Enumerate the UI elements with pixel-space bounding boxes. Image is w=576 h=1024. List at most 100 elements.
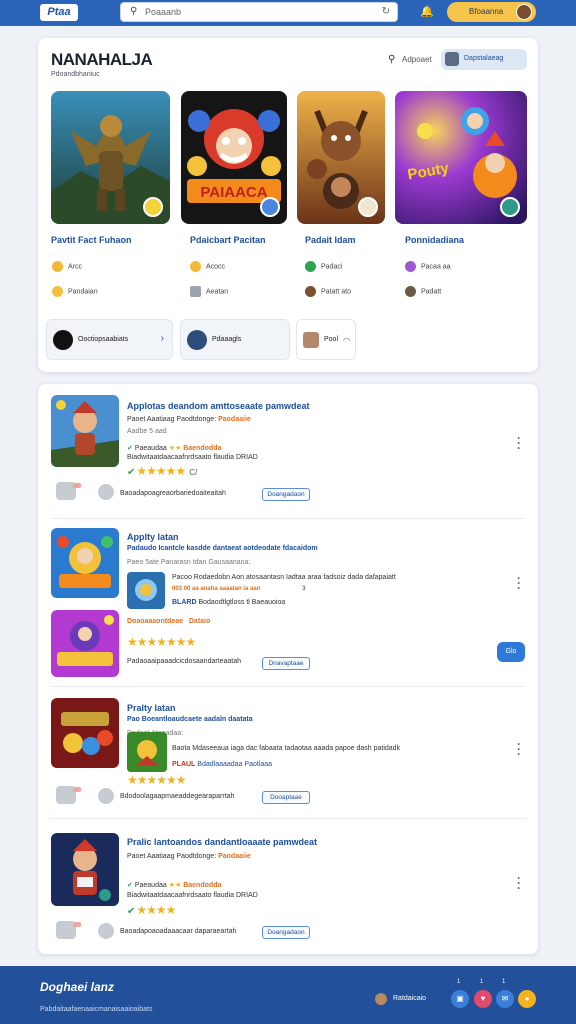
share-icon-accent <box>73 787 81 792</box>
share-icon[interactable] <box>56 786 81 804</box>
search-icon[interactable]: ⚲ <box>388 54 395 65</box>
search-placeholder: Poaaanb <box>145 7 182 17</box>
badge-count: 1 <box>502 979 506 985</box>
list-item-title[interactable]: Pralty latan <box>127 703 176 713</box>
game-meta-4a: Pacaa aa <box>405 261 451 272</box>
game-meta-text: Padatt <box>421 288 442 296</box>
notification-bell-icon[interactable]: 🔔 <box>420 5 434 19</box>
thumbnail-art <box>51 833 119 906</box>
more-options-icon[interactable]: · · · <box>517 572 521 594</box>
category-chip-3[interactable]: Pool ◠ <box>296 319 356 360</box>
rating-stars: ★★★★★★★ <box>127 635 196 649</box>
game-title-2[interactable]: Pdaicbart Pacitan <box>190 235 266 245</box>
game-title-3[interactable]: Padait Idam <box>305 235 356 245</box>
category-chip-2[interactable]: Pdaaagls <box>180 319 290 360</box>
footer-title: Doghaei lanz <box>40 980 115 994</box>
game-meta-1a: Arcc <box>52 261 82 272</box>
chevron-right-icon: › <box>160 333 164 344</box>
developer-pill-button[interactable]: Dapstalaeag <box>441 49 527 70</box>
list-item-thumbnail-4[interactable] <box>51 698 119 768</box>
app-logo[interactable]: Ptaa <box>40 4 78 21</box>
list-item-meta: Biadwitaatdaacaafnrdsaato flaudia DRIAD <box>127 454 258 461</box>
divider <box>51 686 525 687</box>
list-item-meta: ✔ Paeaudaa ★★ Baendodda <box>127 444 221 452</box>
game-title-4[interactable]: Ponnidadiana <box>405 235 464 245</box>
share-icon[interactable] <box>56 921 81 939</box>
genre-icon <box>52 261 63 272</box>
featured-games-card: NANAHALJA Pdoandbhaniuc ⚲ Adpoaet Dapsta… <box>38 38 538 372</box>
game-badge-icon <box>500 197 520 217</box>
category-icon <box>187 330 207 350</box>
list-item-thumbnail-2[interactable] <box>51 528 119 598</box>
list-item-thumbnail-5[interactable] <box>51 833 119 906</box>
inner-app-art <box>127 732 167 772</box>
game-tile-1[interactable] <box>51 91 170 224</box>
inner-app-icon[interactable] <box>127 572 165 609</box>
developer-icon <box>190 286 201 297</box>
game-tile-3[interactable] <box>297 91 385 224</box>
avatar[interactable] <box>375 993 387 1005</box>
game-tile-2[interactable]: PAIAACA <box>181 91 287 224</box>
game-meta-1b: Pandaian <box>52 286 98 297</box>
list-item-title[interactable]: Pralic lantoandos dandantloaaate pamwdea… <box>127 837 317 847</box>
game-meta-text: Acocc <box>206 263 226 271</box>
list-item-meta: ✔ Paeaudaa ★★ Baendodda <box>127 881 221 889</box>
meta-text: Paoet Aaatiaag Paodtdonge: <box>127 416 217 423</box>
chip-label: Pdaaagls <box>212 336 242 343</box>
game-meta-text: Padaci <box>321 263 343 271</box>
list-item-footer: Padaoaaipaaadcicdosaandarteaatah <box>127 658 242 665</box>
play-button[interactable]: Glo <box>497 642 525 662</box>
developer-icon <box>305 286 316 297</box>
loading-icon: ◠ <box>343 336 350 345</box>
inner-sub-text: 3 <box>302 586 306 592</box>
top-bar: Ptaa ⚲ Poaaanb ↻ 🔔 Bfoaanna <box>0 0 576 26</box>
user-menu-button[interactable]: Bfoaanna <box>447 2 536 22</box>
avatar <box>516 4 532 20</box>
list-item-title[interactable]: Applty latan <box>127 532 179 542</box>
profile-icon[interactable]: ● <box>518 990 536 1008</box>
comment-icon[interactable] <box>98 923 114 939</box>
thumb-up-icon: ✔ <box>127 906 135 917</box>
divider <box>51 518 525 519</box>
list-item-footer: Baoadapoaoadaaacaar daparaeartah <box>120 928 237 935</box>
comment-icon[interactable] <box>98 788 114 804</box>
badge-count: 1 <box>480 979 484 985</box>
refresh-icon[interactable]: ↻ <box>382 6 390 17</box>
inner-app-icon[interactable] <box>127 732 167 772</box>
category-icon <box>303 332 319 348</box>
inner-meta: BLARD Bodaodtlgtloss tl Baeauoioa <box>172 599 285 606</box>
search-bar[interactable]: ⚲ Poaaanb ↻ <box>120 2 398 22</box>
developer-label: Adpoaet <box>402 55 432 64</box>
heart-icon[interactable]: ♥ <box>474 990 492 1008</box>
game-meta-3a: Padaci <box>305 261 342 272</box>
check-icon: ✔ <box>127 445 133 452</box>
download-button[interactable]: Dnavaptaae <box>262 657 310 670</box>
more-options-icon[interactable]: · · · <box>517 738 521 760</box>
download-button[interactable]: Dooaptaae <box>262 791 310 804</box>
thumb-up-icon: ✔ <box>127 467 135 478</box>
list-item-thumbnail-1[interactable] <box>51 395 119 467</box>
category-chip-1[interactable]: Ooctiopsaabiats › <box>46 319 173 360</box>
thumbnail-art <box>51 395 119 467</box>
more-options-icon[interactable]: · · · <box>517 872 521 894</box>
comment-icon[interactable] <box>98 484 114 500</box>
mini-stars-icon: ★★ <box>168 882 182 889</box>
list-item-thumbnail-3[interactable] <box>51 610 119 677</box>
more-options-icon[interactable]: · · · <box>517 432 521 454</box>
meta-accent: Paodaaiie <box>218 853 251 860</box>
inner-meta-accent: BLARD <box>172 599 197 606</box>
download-button[interactable]: Doangadaon <box>262 926 310 939</box>
rating-stars: ★★★★★★ <box>127 773 187 787</box>
download-button[interactable]: Doangadaon <box>262 488 310 501</box>
inner-description: Pacoo Rodaedobn Aon atosaantasn Iadtaa a… <box>172 574 396 581</box>
user-name: Bfoaanna <box>469 7 504 16</box>
footer-bar: Doghaei lanz Pabdaitaafaenaaicmanaisaaio… <box>0 966 576 1024</box>
share-icon[interactable] <box>56 482 81 500</box>
meta-accent: Baendodda <box>183 445 222 452</box>
chat-icon[interactable]: ✉ <box>496 990 514 1008</box>
game-title-1[interactable]: Pavtit Fact Fuhaon <box>51 235 132 245</box>
game-tile-4[interactable]: Pouty <box>395 91 527 224</box>
list-item-title[interactable]: Applotas deandom amttoseaate pamwdeat <box>127 401 310 411</box>
cart-icon[interactable]: ▣ <box>451 990 469 1008</box>
list-item-meta: Doaoaaaontdeae Dataio <box>127 618 210 625</box>
